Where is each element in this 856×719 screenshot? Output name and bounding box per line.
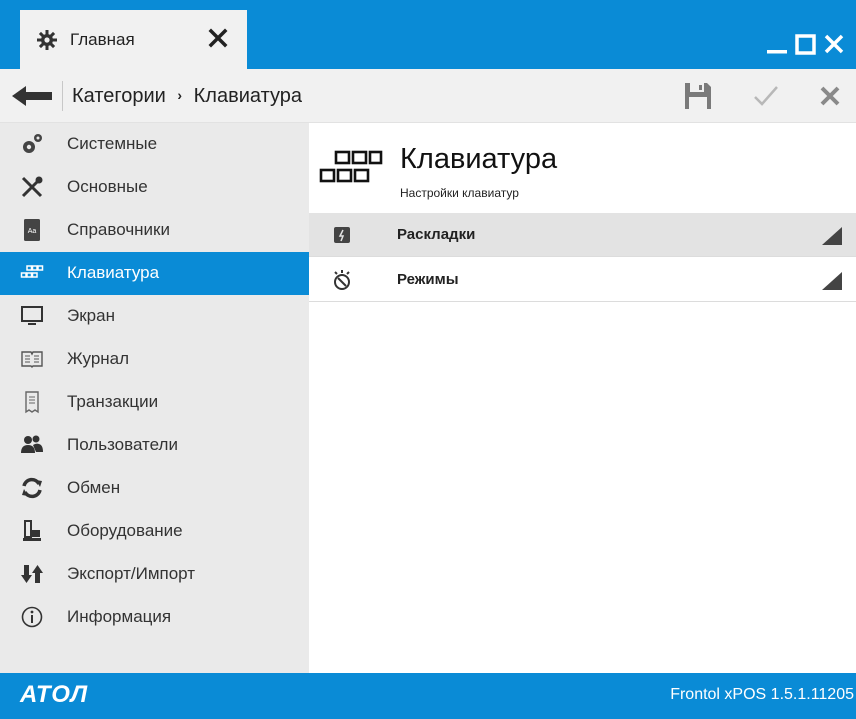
- list-item-label: Раскладки: [397, 226, 476, 243]
- close-icon[interactable]: [823, 33, 845, 55]
- timer-icon: [334, 270, 350, 290]
- nav-separator: [62, 81, 63, 111]
- sidebar-item-label: Пользователи: [67, 435, 178, 454]
- title-bar: Главная: [0, 0, 856, 69]
- expand-corner-icon[interactable]: [822, 272, 842, 290]
- sidebar-item-label: Экран: [67, 306, 115, 325]
- sidebar-item-journal[interactable]: Журнал: [0, 338, 309, 381]
- layout-icon: [334, 227, 350, 243]
- keyboard-icon: [319, 150, 383, 183]
- sidebar-item-exchange[interactable]: Обмен: [0, 467, 309, 510]
- close-tab-icon[interactable]: [206, 26, 230, 50]
- sidebar: Системные Основные Aa Справочники Клавиа…: [0, 123, 309, 673]
- navigation-bar: Категории › Клавиатура: [0, 69, 856, 123]
- sidebar-item-label: Основные: [67, 177, 148, 196]
- save-icon[interactable]: [682, 80, 714, 112]
- version-label: Frontol xPOS 1.5.1.11205: [670, 686, 854, 703]
- breadcrumb-parent[interactable]: Категории: [72, 85, 166, 107]
- brand-logo: АТОЛ: [20, 681, 89, 708]
- page-title: Клавиатура: [400, 143, 558, 175]
- back-arrow-icon[interactable]: [10, 84, 54, 108]
- sidebar-item-label: Транзакции: [67, 392, 159, 411]
- cancel-icon[interactable]: [814, 80, 846, 112]
- sidebar-item-keyboard[interactable]: Клавиатура: [0, 252, 309, 295]
- sync-icon: [22, 477, 42, 499]
- sidebar-item-users[interactable]: Пользователи: [0, 424, 309, 467]
- info-icon: [21, 606, 43, 628]
- list-item-layouts[interactable]: Раскладки: [309, 213, 856, 257]
- sidebar-item-label: Экспорт/Импорт: [67, 564, 196, 583]
- export-import-icon: [21, 565, 43, 583]
- users-icon: [21, 435, 43, 453]
- tab-label: Главная: [70, 30, 135, 49]
- breadcrumb-separator: ›: [177, 87, 183, 103]
- sidebar-item-screen[interactable]: Экран: [0, 295, 309, 338]
- svg-text:Aa: Aa: [28, 228, 37, 235]
- sidebar-item-label: Оборудование: [67, 521, 183, 540]
- tab-main[interactable]: Главная: [20, 10, 247, 69]
- monitor-icon: [21, 306, 43, 325]
- keyboard-icon: [20, 265, 44, 278]
- book-icon: Aa: [24, 219, 40, 241]
- breadcrumb: Категории › Клавиатура: [72, 85, 302, 108]
- page-subtitle: Настройки клавиатур: [400, 186, 519, 200]
- breadcrumb-current: Клавиатура: [193, 85, 302, 107]
- list-item-label: Режимы: [397, 271, 459, 288]
- status-bar: АТОЛ Frontol xPOS 1.5.1.11205: [0, 673, 856, 719]
- receipt-icon: [25, 391, 39, 414]
- list-item-modes[interactable]: Режимы: [309, 258, 856, 302]
- sidebar-item-export-import[interactable]: Экспорт/Импорт: [0, 553, 309, 596]
- sidebar-item-label: Клавиатура: [67, 263, 160, 282]
- sidebar-item-label: Журнал: [67, 349, 130, 368]
- sidebar-item-transactions[interactable]: Транзакции: [0, 381, 309, 424]
- sidebar-item-information[interactable]: Информация: [0, 596, 309, 639]
- gear-icon: [37, 30, 57, 50]
- sidebar-item-label: Справочники: [67, 220, 170, 239]
- sidebar-item-equipment[interactable]: Оборудование: [0, 510, 309, 553]
- tools-icon: [21, 176, 43, 198]
- equipment-icon: [23, 520, 41, 541]
- main-panel: Клавиатура Настройки клавиатур Раскладки…: [309, 123, 856, 673]
- sidebar-item-label: Системные: [67, 134, 158, 153]
- minimize-icon[interactable]: [766, 33, 788, 55]
- maximize-icon[interactable]: [795, 33, 817, 55]
- sidebar-item-label: Обмен: [67, 478, 121, 497]
- sidebar-item-label: Информация: [67, 607, 172, 626]
- journal-icon: [21, 351, 43, 368]
- sidebar-item-basic[interactable]: Основные: [0, 166, 309, 209]
- sidebar-item-references[interactable]: Aa Справочники: [0, 209, 309, 252]
- gears-icon: [23, 134, 42, 153]
- check-icon[interactable]: [750, 80, 782, 112]
- sidebar-item-system[interactable]: Системные: [0, 123, 309, 166]
- expand-corner-icon[interactable]: [822, 227, 842, 245]
